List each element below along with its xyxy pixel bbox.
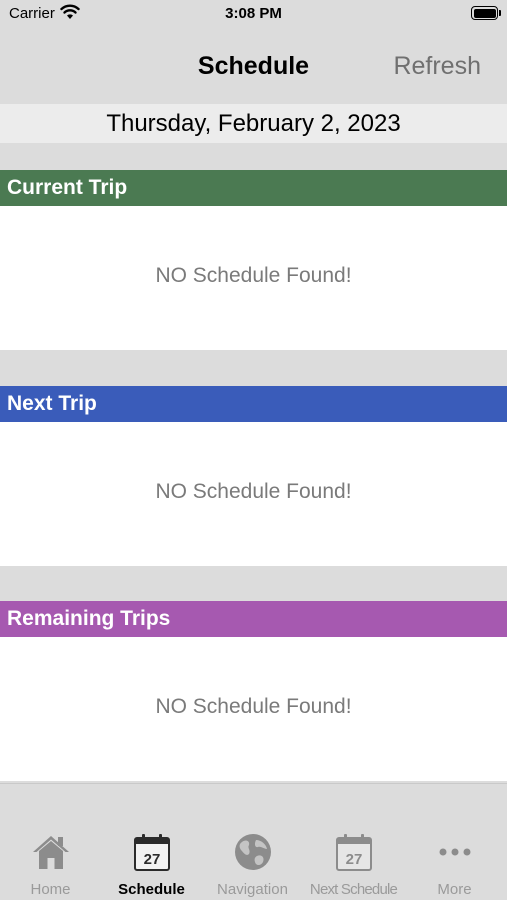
- tab-next-schedule[interactable]: 27 Next Schedule: [303, 784, 404, 900]
- battery-icon: [471, 6, 498, 20]
- svg-text:27: 27: [143, 851, 160, 868]
- tab-home-label: Home: [30, 881, 71, 898]
- current-trip-panel: NO Schedule Found!: [0, 206, 507, 350]
- schedule-screen: Carrier 3:08 PM Schedule Refresh Thursda…: [0, 0, 507, 900]
- next-trip-empty-message: NO Schedule Found!: [155, 480, 352, 503]
- more-icon: [439, 848, 470, 856]
- tab-navigation-label: Navigation: [217, 881, 288, 898]
- svg-text:27: 27: [345, 851, 362, 868]
- calendar-icon: 27: [133, 834, 170, 871]
- status-time: 3:08 PM: [225, 5, 282, 22]
- tab-more[interactable]: More: [404, 784, 505, 900]
- tab-navigation[interactable]: Navigation: [202, 784, 303, 900]
- status-bar: Carrier 3:08 PM: [0, 0, 507, 30]
- current-trip-header: Current Trip: [0, 170, 507, 206]
- tab-bar: Home 27 Schedule Navigation 27 Next Sche…: [0, 783, 507, 900]
- tab-more-label: More: [437, 881, 472, 898]
- tab-schedule-label: Schedule: [118, 881, 185, 898]
- tab-schedule[interactable]: 27 Schedule: [101, 784, 202, 900]
- home-icon: [32, 836, 69, 869]
- remaining-trips-panel: NO Schedule Found!: [0, 637, 507, 781]
- battery-tip: [499, 10, 501, 16]
- calendar-icon: 27: [335, 834, 372, 871]
- globe-icon: [234, 834, 271, 870]
- tab-next-schedule-label: Next Schedule: [309, 881, 398, 898]
- next-trip-header: Next Trip: [0, 386, 507, 422]
- remaining-trips-header: Remaining Trips: [0, 601, 507, 637]
- navigation-bar: Schedule Refresh: [0, 30, 507, 104]
- date-banner: Thursday, February 2, 2023: [0, 104, 507, 143]
- tab-home[interactable]: Home: [0, 784, 101, 900]
- refresh-button[interactable]: Refresh: [393, 52, 481, 81]
- remaining-trips-empty-message: NO Schedule Found!: [155, 695, 352, 718]
- current-trip-empty-message: NO Schedule Found!: [155, 264, 352, 287]
- next-trip-panel: NO Schedule Found!: [0, 422, 507, 566]
